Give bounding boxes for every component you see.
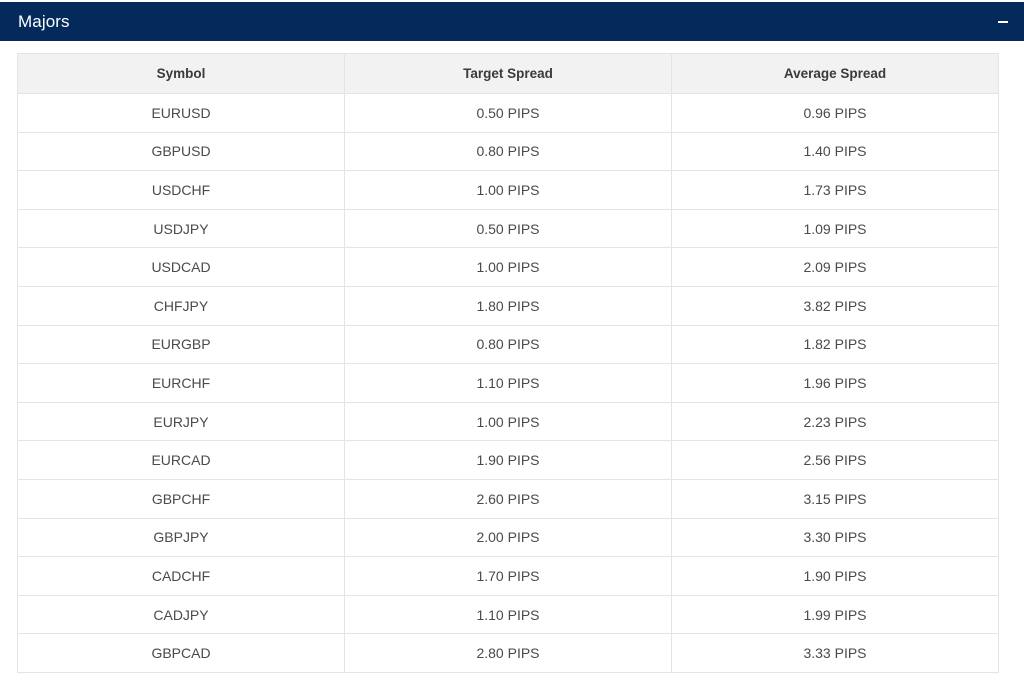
cell-average-spread: 0.96 PIPS	[671, 93, 999, 133]
spreads-table: Symbol Target Spread Average Spread EURU…	[17, 53, 999, 673]
cell-average-spread: 1.09 PIPS	[671, 208, 999, 249]
panel-title: Majors	[18, 11, 70, 31]
table-row: USDJPY 0.50 PIPS 1.09 PIPS	[17, 208, 999, 249]
cell-average-spread: 1.96 PIPS	[671, 363, 999, 403]
cell-target-spread: 1.70 PIPS	[344, 556, 672, 596]
cell-symbol: GBPJPY	[17, 517, 345, 558]
cell-average-spread: 1.82 PIPS	[671, 324, 999, 365]
table-row: CADJPY 1.10 PIPS 1.99 PIPS	[17, 594, 999, 635]
cell-target-spread: 0.80 PIPS	[344, 324, 672, 365]
column-header-average-spread: Average Spread	[671, 53, 999, 94]
table-row: USDCHF 1.00 PIPS 1.73 PIPS	[17, 170, 999, 210]
table-row: CHFJPY 1.80 PIPS 3.82 PIPS	[17, 285, 999, 326]
cell-average-spread: 1.73 PIPS	[671, 170, 999, 210]
cell-target-spread: 2.80 PIPS	[344, 633, 672, 673]
cell-average-spread: 2.09 PIPS	[671, 247, 999, 287]
column-header-target-spread: Target Spread	[344, 53, 672, 94]
cell-symbol: GBPUSD	[17, 131, 345, 172]
spreads-table-container: Symbol Target Spread Average Spread EURU…	[17, 53, 999, 673]
cell-average-spread: 1.99 PIPS	[671, 594, 999, 635]
table-row: GBPJPY 2.00 PIPS 3.30 PIPS	[17, 517, 999, 558]
cell-average-spread: 2.56 PIPS	[671, 440, 999, 480]
cell-target-spread: 1.90 PIPS	[344, 440, 672, 480]
cell-symbol: GBPCHF	[17, 478, 345, 519]
cell-symbol: USDJPY	[17, 208, 345, 249]
table-row: EURCHF 1.10 PIPS 1.96 PIPS	[17, 363, 999, 403]
cell-target-spread: 1.10 PIPS	[344, 594, 672, 635]
cell-symbol: GBPCAD	[17, 633, 345, 673]
column-header-symbol: Symbol	[17, 53, 345, 94]
cell-target-spread: 1.00 PIPS	[344, 170, 672, 210]
cell-average-spread: 3.33 PIPS	[671, 633, 999, 673]
cell-target-spread: 0.80 PIPS	[344, 131, 672, 172]
cell-average-spread: 2.23 PIPS	[671, 401, 999, 442]
cell-average-spread: 3.30 PIPS	[671, 517, 999, 558]
cell-symbol: CADCHF	[17, 556, 345, 596]
cell-average-spread: 1.40 PIPS	[671, 131, 999, 172]
cell-symbol: EURGBP	[17, 324, 345, 365]
table-row: EURGBP 0.80 PIPS 1.82 PIPS	[17, 324, 999, 365]
cell-target-spread: 1.00 PIPS	[344, 247, 672, 287]
cell-symbol: USDCHF	[17, 170, 345, 210]
cell-symbol: EURUSD	[17, 93, 345, 133]
cell-symbol: EURCAD	[17, 440, 345, 480]
table-row: GBPUSD 0.80 PIPS 1.40 PIPS	[17, 131, 999, 172]
majors-panel-header[interactable]: Majors	[0, 2, 1024, 41]
cell-target-spread: 2.00 PIPS	[344, 517, 672, 558]
minus-icon[interactable]	[996, 15, 1010, 29]
table-body: EURUSD 0.50 PIPS 0.96 PIPS GBPUSD 0.80 PIPS 1…	[17, 93, 999, 673]
cell-symbol: EURCHF	[17, 363, 345, 403]
table-row: USDCAD 1.00 PIPS 2.09 PIPS	[17, 247, 999, 287]
cell-symbol: USDCAD	[17, 247, 345, 287]
cell-average-spread: 3.82 PIPS	[671, 285, 999, 326]
cell-target-spread: 1.10 PIPS	[344, 363, 672, 403]
cell-symbol: CHFJPY	[17, 285, 345, 326]
table-row: GBPCAD 2.80 PIPS 3.33 PIPS	[17, 633, 999, 673]
cell-target-spread: 0.50 PIPS	[344, 93, 672, 133]
table-header-row: Symbol Target Spread Average Spread	[17, 53, 999, 94]
table-row: EURJPY 1.00 PIPS 2.23 PIPS	[17, 401, 999, 442]
cell-symbol: EURJPY	[17, 401, 345, 442]
cell-target-spread: 2.60 PIPS	[344, 478, 672, 519]
table-row: EURCAD 1.90 PIPS 2.56 PIPS	[17, 440, 999, 480]
cell-target-spread: 1.00 PIPS	[344, 401, 672, 442]
table-row: EURUSD 0.50 PIPS 0.96 PIPS	[17, 93, 999, 133]
table-row: CADCHF 1.70 PIPS 1.90 PIPS	[17, 556, 999, 596]
cell-target-spread: 1.80 PIPS	[344, 285, 672, 326]
cell-target-spread: 0.50 PIPS	[344, 208, 672, 249]
cell-average-spread: 3.15 PIPS	[671, 478, 999, 519]
table-row: GBPCHF 2.60 PIPS 3.15 PIPS	[17, 478, 999, 519]
cell-symbol: CADJPY	[17, 594, 345, 635]
cell-average-spread: 1.90 PIPS	[671, 556, 999, 596]
